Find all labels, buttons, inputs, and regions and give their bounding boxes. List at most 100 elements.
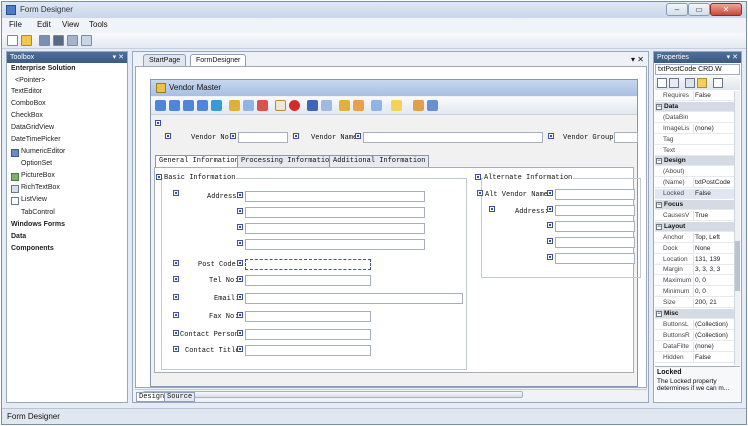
property-value[interactable]: (none) xyxy=(693,123,733,134)
selection-handle[interactable] xyxy=(173,260,179,266)
selection-handle[interactable] xyxy=(173,294,179,300)
vendor-group-input[interactable] xyxy=(614,132,638,143)
doc-tab-close[interactable]: ▾ ✕ xyxy=(631,55,644,64)
property-value[interactable]: False xyxy=(693,189,733,200)
save-icon[interactable] xyxy=(39,35,50,46)
cancel-icon[interactable] xyxy=(289,100,300,111)
new-record-icon[interactable] xyxy=(243,100,254,111)
toolbox-item-numericeditor[interactable]: NumericEditor xyxy=(21,148,65,155)
selection-handle[interactable] xyxy=(489,206,495,212)
property-value[interactable]: False xyxy=(693,91,733,101)
collapse-icon[interactable]: − xyxy=(656,158,662,165)
tab-processing-information[interactable]: Processing Information xyxy=(237,155,338,167)
refresh-icon[interactable] xyxy=(211,100,222,111)
selection-handle[interactable] xyxy=(237,294,243,300)
alt-address-line-3-input[interactable] xyxy=(555,237,635,248)
previous-record-icon[interactable] xyxy=(169,100,180,111)
next-record-icon[interactable] xyxy=(183,100,194,111)
selection-handle[interactable] xyxy=(547,190,553,196)
contact-person-input[interactable] xyxy=(245,329,371,340)
property-row[interactable]: (About) xyxy=(655,167,734,178)
toolbox-item-listview[interactable]: ListView xyxy=(21,196,47,203)
first-record-icon[interactable] xyxy=(155,100,166,111)
property-value[interactable]: (Collection) xyxy=(693,330,733,341)
property-pages-icon[interactable] xyxy=(713,78,723,88)
menu-edit[interactable]: Edit xyxy=(37,20,51,29)
property-row[interactable]: Location 131, 139 xyxy=(655,254,734,265)
selection-handle[interactable] xyxy=(237,192,243,198)
find-icon[interactable] xyxy=(229,100,240,111)
toolbox-item-richtextbox[interactable]: RichTextBox xyxy=(21,184,60,191)
window-icon[interactable] xyxy=(67,35,78,46)
tools-icon[interactable] xyxy=(53,35,64,46)
selection-handle[interactable] xyxy=(156,174,162,180)
last-record-icon[interactable] xyxy=(197,100,208,111)
property-row[interactable]: Locked False xyxy=(655,189,734,200)
selection-handle[interactable] xyxy=(237,276,243,282)
tab-source[interactable]: Source xyxy=(164,392,196,402)
property-row[interactable]: ImageLis (none) xyxy=(655,123,734,134)
close-button[interactable]: ✕ xyxy=(710,3,742,16)
properties-icon[interactable] xyxy=(81,35,92,46)
selection-handle[interactable] xyxy=(237,260,243,266)
address-line-3-input[interactable] xyxy=(245,223,425,234)
toolbox-item-texteditor[interactable]: TextEditor xyxy=(11,88,42,95)
selection-handle[interactable] xyxy=(173,312,179,318)
minimize-button[interactable]: – xyxy=(666,3,688,16)
selection-handle[interactable] xyxy=(165,133,171,139)
property-value[interactable]: 0, 0 xyxy=(693,276,733,287)
tel-no-input[interactable] xyxy=(245,275,371,286)
collapse-icon[interactable]: − xyxy=(656,103,662,110)
save-all-icon[interactable] xyxy=(321,100,332,111)
property-row[interactable]: (DataBin xyxy=(655,113,734,123)
toolbox-item-datagridview[interactable]: DataGridView xyxy=(11,124,54,131)
property-row[interactable]: Minimum 0, 0 xyxy=(655,287,734,298)
selection-handle[interactable] xyxy=(173,190,179,196)
alt-address-line-1-input[interactable] xyxy=(555,205,635,216)
selection-handle[interactable] xyxy=(547,222,553,228)
menu-view[interactable]: View xyxy=(62,20,79,29)
object-selector[interactable]: txtPostCode CRD.W xyxy=(655,64,740,75)
toolbox-item-picturebox[interactable]: PictureBox xyxy=(21,172,55,179)
post-code-input[interactable] xyxy=(245,259,371,270)
alt-address-line-4-input[interactable] xyxy=(555,253,635,264)
property-value[interactable]: None xyxy=(693,243,733,254)
toolbox-item-tabcontrol[interactable]: TabControl xyxy=(21,209,55,216)
property-row[interactable]: Hidden False xyxy=(655,352,734,363)
toolbox-category-windows-forms[interactable]: Windows Forms xyxy=(11,221,65,228)
selection-handle[interactable] xyxy=(173,276,179,282)
selection-handle[interactable] xyxy=(293,133,299,139)
address-line-1-input[interactable] xyxy=(245,191,425,202)
properties-view-icon[interactable] xyxy=(685,78,695,88)
maximize-button[interactable]: ▭ xyxy=(688,3,710,16)
toolbox-item-combobox[interactable]: ComboBox xyxy=(11,100,46,107)
property-row[interactable]: Size 200, 21 xyxy=(655,298,734,309)
user-icon[interactable] xyxy=(413,100,424,111)
save-record-icon[interactable] xyxy=(307,100,318,111)
selection-handle[interactable] xyxy=(548,133,554,139)
selection-handle[interactable] xyxy=(237,312,243,318)
tab-additional-information[interactable]: Additional Information xyxy=(329,155,430,167)
open-folder-icon[interactable] xyxy=(21,35,32,46)
alphabetical-icon[interactable] xyxy=(669,78,679,88)
property-row[interactable]: (Name) txtPostCode xyxy=(655,178,734,189)
property-value[interactable]: Top, Left xyxy=(693,232,733,243)
property-row[interactable]: ButtonsL (Collection) xyxy=(655,319,734,330)
toolbox-item-pointer[interactable]: <Pointer> xyxy=(15,77,45,84)
contact-title-input[interactable] xyxy=(245,345,371,356)
property-value[interactable]: True xyxy=(693,210,733,221)
properties-scroll-thumb[interactable] xyxy=(735,241,740,291)
events-icon[interactable] xyxy=(697,78,707,88)
property-row[interactable]: DataFilte (none) xyxy=(655,341,734,352)
property-category[interactable]: − Focus xyxy=(655,200,734,210)
toolbox-item-datetimepicker[interactable]: DateTimePicker xyxy=(11,136,61,143)
toolbox-category-data[interactable]: Data xyxy=(11,233,26,240)
tag-icon[interactable] xyxy=(353,100,364,111)
property-value[interactable]: False xyxy=(693,352,733,363)
selection-handle[interactable] xyxy=(155,120,161,126)
vendor-no-input[interactable] xyxy=(238,132,288,143)
selection-handle[interactable] xyxy=(173,330,179,336)
toolbox-pin-close[interactable]: ▾ ✕ xyxy=(113,52,124,63)
property-value[interactable]: txtPostCode xyxy=(693,178,733,189)
vendor-name-input[interactable] xyxy=(363,132,543,143)
